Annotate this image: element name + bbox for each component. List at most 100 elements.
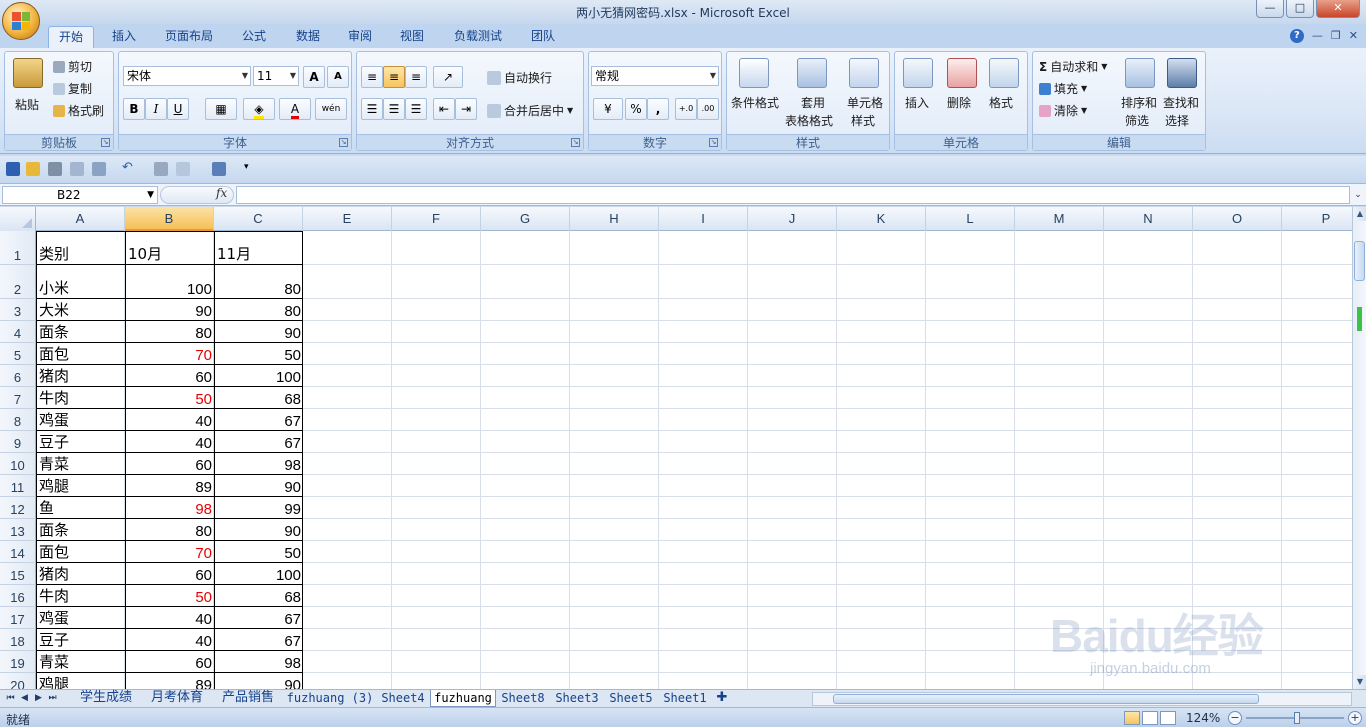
horizontal-scroll-thumb[interactable] [833,694,1259,704]
row-header[interactable]: 16 [0,585,36,607]
font-name-combo[interactable]: 宋体 ▼ [123,66,251,86]
merge-center-button[interactable]: 合并后居中 ▼ [487,102,573,119]
format-as-table-button[interactable]: 套用 [801,94,825,111]
cell-c4[interactable]: 90 [214,321,303,343]
row-header[interactable]: 19 [0,651,36,673]
cell-b15[interactable]: 60 [125,563,214,585]
minimize-button[interactable]: — [1256,0,1284,18]
grow-font-button[interactable]: A [303,66,325,88]
column-header-k[interactable]: K [837,207,926,231]
tab-page-layout[interactable]: 页面布局 [156,26,222,48]
expand-formula-bar-icon[interactable]: ⌄ [1352,186,1364,204]
row-header[interactable]: 20 [0,673,36,689]
format-cells-button[interactable]: 格式 [989,94,1013,111]
cell-c6[interactable]: 100 [214,365,303,387]
cell-c10[interactable]: 98 [214,453,303,475]
comma-button[interactable]: , [647,98,669,120]
row-header[interactable]: 3 [0,299,36,321]
select-all-button[interactable] [0,207,36,231]
column-header-o[interactable]: O [1193,207,1282,231]
decrease-indent-button[interactable]: ⇤ [433,98,455,120]
cell-b2[interactable]: 100 [125,265,214,299]
cell-b20[interactable]: 89 [125,673,214,689]
cell-c13[interactable]: 90 [214,519,303,541]
cell-a16[interactable]: 牛肉 [36,585,125,607]
sheet-tab[interactable]: Sheet1 [658,690,712,707]
row-header[interactable]: 18 [0,629,36,651]
column-header-e[interactable]: E [303,207,392,231]
undo-icon[interactable]: ↶ [122,161,136,176]
phonetic-button[interactable]: wén [315,98,347,120]
table-icon[interactable] [92,162,106,176]
cell-a13[interactable]: 面条 [36,519,125,541]
horizontal-scrollbar[interactable] [812,692,1352,706]
alignment-launcher[interactable]: ↘ [571,138,580,147]
column-header-n[interactable]: N [1104,207,1193,231]
cell-b19[interactable]: 60 [125,651,214,673]
cell-styles-label[interactable]: 样式 [851,112,875,129]
top-align-button[interactable]: ≡ [361,66,383,88]
format-painter-icon[interactable] [70,162,84,176]
tab-insert[interactable]: 插入 [102,26,146,48]
bold-button[interactable]: B [123,98,145,120]
sheet-tab[interactable]: fuzhuang [430,690,496,707]
row-header[interactable]: 11 [0,475,36,497]
cell-a5[interactable]: 面包 [36,343,125,365]
name-box[interactable]: B22 ▼ [2,186,158,204]
format-as-table-label[interactable]: 表格格式 [785,112,833,129]
align-left-button[interactable]: ☰ [361,98,383,120]
cell-a4[interactable]: 面条 [36,321,125,343]
tab-data[interactable]: 数据 [286,26,330,48]
formula-input[interactable] [236,186,1350,204]
italic-button[interactable]: I [145,98,167,120]
borders-button[interactable]: ▦ [205,98,237,120]
fill-button[interactable]: 填充 ▼ [1039,80,1087,97]
zoom-slider-thumb[interactable] [1294,712,1300,724]
tab-formulas[interactable]: 公式 [232,26,276,48]
shrink-font-button[interactable]: A [327,66,349,88]
percent-button[interactable]: % [625,98,647,120]
row-header[interactable]: 17 [0,607,36,629]
row-header[interactable]: 2 [0,265,36,299]
format-painter-button[interactable]: 格式刷 [53,102,104,119]
cell-c11[interactable]: 90 [214,475,303,497]
open-folder-icon[interactable] [26,162,40,176]
tab-home[interactable]: 开始 [48,26,94,48]
cell-b10[interactable]: 60 [125,453,214,475]
cell-b12[interactable]: 98 [125,497,214,519]
find-select-label[interactable]: 选择 [1165,112,1189,129]
cell-b7[interactable]: 50 [125,387,214,409]
ribbon-close-icon[interactable]: ✕ [1349,29,1358,43]
tab-view[interactable]: 视图 [392,26,432,48]
sort-filter-button[interactable]: 排序和 [1121,94,1157,111]
cell-b3[interactable]: 90 [125,299,214,321]
cell-a17[interactable]: 鸡蛋 [36,607,125,629]
ribbon-restore-icon[interactable]: ❐ [1331,29,1341,43]
zoom-in-button[interactable]: + [1348,711,1362,725]
align-right-button[interactable]: ☰ [405,98,427,120]
sheet-tab[interactable]: Sheet4 [376,690,430,707]
print-icon[interactable] [48,162,62,176]
cell-c18[interactable]: 67 [214,629,303,651]
orientation-button[interactable]: ↗ [433,66,463,88]
cell-a14[interactable]: 面包 [36,541,125,563]
sheet-tab[interactable]: fuzhuang (3) [284,690,376,707]
copy-button[interactable]: 复制 [53,80,92,97]
cell-a12[interactable]: 鱼 [36,497,125,519]
cell-c19[interactable]: 98 [214,651,303,673]
row-header[interactable]: 15 [0,563,36,585]
cell-c15[interactable]: 100 [214,563,303,585]
cell-c2[interactable]: 80 [214,265,303,299]
chart-icon[interactable] [154,162,168,176]
tab-team[interactable]: 团队 [522,26,564,48]
delete-cells-button[interactable]: 删除 [947,94,971,111]
customize-toolbar-icon[interactable]: ▾ [244,162,258,176]
cell-c5[interactable]: 50 [214,343,303,365]
prev-sheet-icon[interactable]: ◀ [18,692,31,705]
cell-b16[interactable]: 50 [125,585,214,607]
cell-a6[interactable]: 猪肉 [36,365,125,387]
column-header-l[interactable]: L [926,207,1015,231]
font-size-combo[interactable]: 11 ▼ [253,66,299,86]
column-header-m[interactable]: M [1015,207,1104,231]
cell-c3[interactable]: 80 [214,299,303,321]
